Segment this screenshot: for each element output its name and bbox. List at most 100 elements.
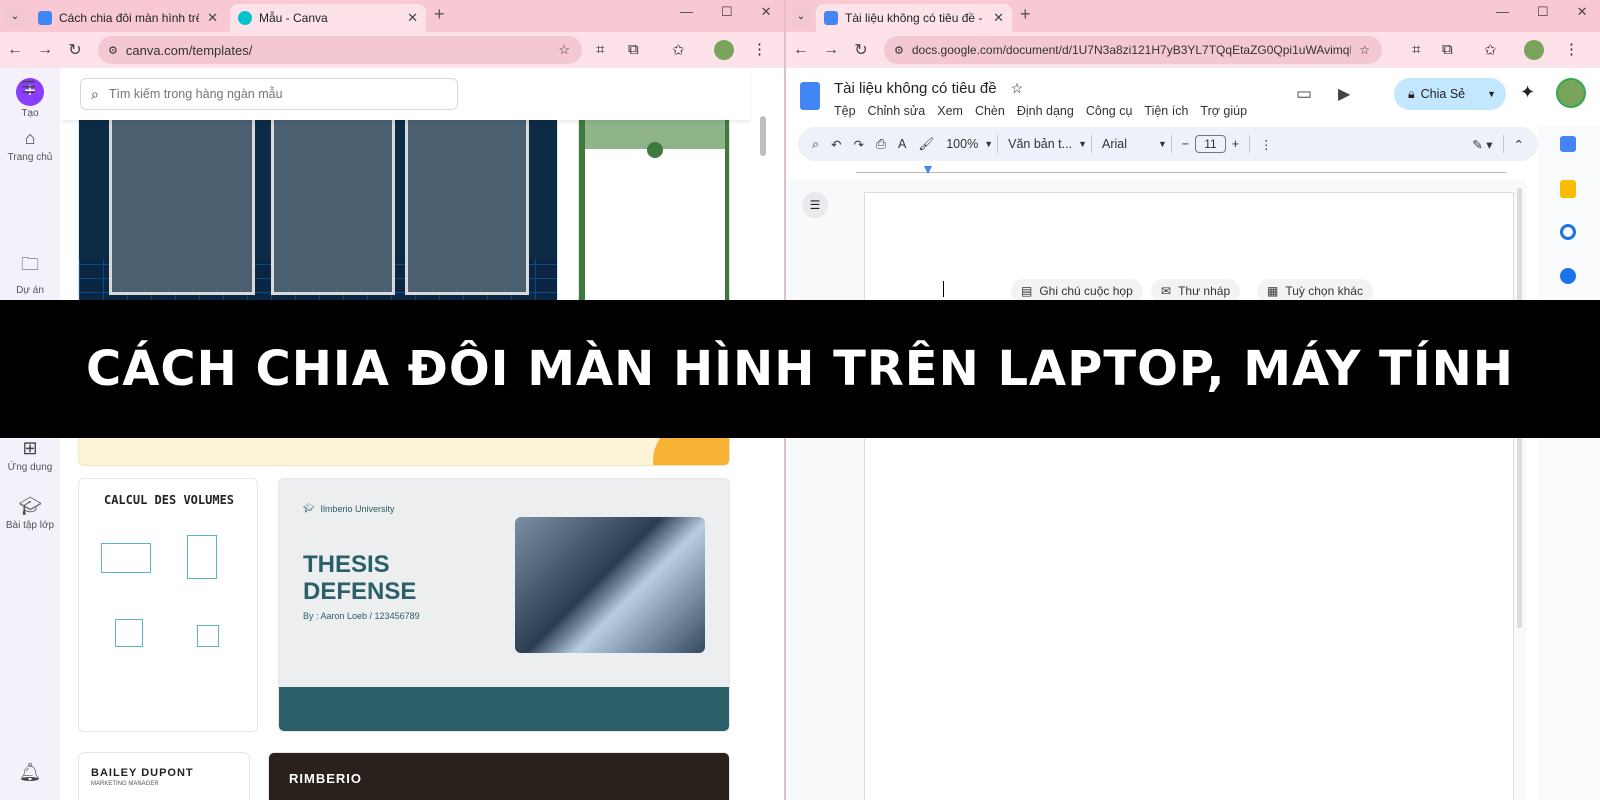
tab-canva[interactable]: Mẫu - Canva ✕ xyxy=(230,4,426,32)
tab-docs-article[interactable]: Cách chia đôi màn hình trên lap ✕ xyxy=(30,4,226,32)
close-icon[interactable]: ✕ xyxy=(407,10,418,26)
calendar-icon[interactable] xyxy=(1560,136,1576,152)
sidebar-item-home[interactable]: ⌂ Trang chủ xyxy=(0,128,60,163)
doc-title-row: Tài liệu không có tiêu đề ☆ xyxy=(834,80,1023,97)
menu-edit[interactable]: Chỉnh sửa xyxy=(868,104,926,118)
maximize-icon[interactable]: ☐ xyxy=(721,4,733,20)
browser-toolbar: ← → ↻ ⚙ canva.com/templates/ ☆ ⌗ ⧉ ✩ ⋮ xyxy=(0,32,784,68)
tab-search-button[interactable]: ⌄ xyxy=(6,8,24,26)
thesis-title-line: THESIS xyxy=(303,551,390,578)
maximize-icon[interactable]: ☐ xyxy=(1537,4,1549,20)
docs-logo-icon[interactable] xyxy=(800,82,820,110)
menu-insert[interactable]: Chèn xyxy=(975,104,1005,118)
browser-toolbar: ← → ↻ ⚙ docs.google.com/document/d/1U7N3… xyxy=(786,32,1600,68)
paint-format-icon[interactable]: 🖌︎ xyxy=(912,137,940,152)
doc-title-input[interactable]: Tài liệu không có tiêu đề xyxy=(834,80,997,97)
template-card-resume[interactable]: BAILEY DUPONT MARKETING MANAGER xyxy=(78,752,250,800)
paragraph-style-select[interactable]: Văn bản t... xyxy=(1002,137,1078,151)
notifications-button[interactable]: 🔔︎ xyxy=(0,762,60,786)
close-window-icon[interactable]: ✕ xyxy=(1577,4,1588,20)
menu-format[interactable]: Định dạng xyxy=(1017,104,1074,118)
menu-tools[interactable]: Công cụ xyxy=(1086,104,1133,118)
zoom-select[interactable]: 100% xyxy=(940,137,984,151)
reload-icon[interactable]: ↻ xyxy=(60,40,90,60)
bookmark-star-icon[interactable]: ☆ xyxy=(1359,43,1370,57)
menu-file[interactable]: Tệp xyxy=(834,104,856,118)
close-window-icon[interactable]: ✕ xyxy=(761,4,772,20)
gemini-sparkle-icon[interactable]: ✦ xyxy=(1520,82,1535,103)
menu-help[interactable]: Trợ giúp xyxy=(1200,104,1247,118)
address-bar[interactable]: ⚙ docs.google.com/document/d/1U7N3a8zi12… xyxy=(884,36,1382,64)
font-select[interactable]: Arial xyxy=(1096,137,1158,151)
search-menus-icon[interactable]: ⌕ xyxy=(798,137,825,152)
back-icon[interactable]: ← xyxy=(0,41,30,59)
menu-extensions[interactable]: Tiện ích xyxy=(1144,104,1188,118)
profile-avatar[interactable] xyxy=(1524,40,1544,60)
favorites-icon[interactable]: ✩ xyxy=(1484,41,1497,59)
meet-video-icon[interactable]: ▶ xyxy=(1338,84,1350,104)
scrollbar-thumb[interactable] xyxy=(760,116,766,156)
docs-icon xyxy=(824,11,838,25)
chevron-down-icon[interactable]: ▼ xyxy=(1487,89,1496,99)
crop-icon[interactable]: ⌗ xyxy=(596,41,604,58)
tasks-icon[interactable] xyxy=(1560,224,1576,240)
forward-icon[interactable]: → xyxy=(816,41,846,59)
editing-mode-icon[interactable]: ✎ ▾ xyxy=(1466,137,1498,152)
template-card-thesis[interactable]: 🎓︎ Ilmberio University THESIS DEFENSE By… xyxy=(278,478,730,732)
contacts-icon[interactable] xyxy=(1560,268,1576,284)
forward-icon[interactable]: → xyxy=(30,41,60,59)
spellcheck-icon[interactable]: A xyxy=(892,137,912,151)
back-icon[interactable]: ← xyxy=(786,41,816,59)
favorites-icon[interactable]: ✩ xyxy=(672,41,685,59)
outline-icon[interactable]: ☰ xyxy=(802,192,828,218)
chip-label: Ghi chú cuộc họp xyxy=(1039,284,1133,298)
thesis-title-line: DEFENSE xyxy=(303,578,417,605)
new-tab-button[interactable]: + xyxy=(434,4,445,25)
sidebar-item-projects[interactable]: 🗀 Dự án xyxy=(0,252,60,296)
collapse-toolbar-icon[interactable]: ⌃ xyxy=(1508,137,1538,152)
crop-icon[interactable]: ⌗ xyxy=(1412,41,1420,58)
close-icon[interactable]: ✕ xyxy=(993,10,1004,26)
account-avatar[interactable] xyxy=(1556,78,1586,108)
profile-avatar[interactable] xyxy=(714,40,734,60)
site-info-icon[interactable]: ⚙ xyxy=(108,44,118,57)
comments-icon[interactable]: ▭ xyxy=(1296,84,1312,104)
undo-icon[interactable]: ↶ xyxy=(825,137,847,152)
tab-search-button[interactable]: ⌄ xyxy=(792,8,810,26)
chevron-down-icon: ▼ xyxy=(1078,139,1087,149)
menu-dots-icon[interactable]: ⋮ xyxy=(752,40,767,58)
font-size-input[interactable]: 11 xyxy=(1195,135,1226,153)
keep-icon[interactable] xyxy=(1560,180,1576,198)
sidebar-item-apps[interactable]: ⊞ Ứng dụng xyxy=(0,438,60,473)
star-icon[interactable]: ☆ xyxy=(1011,80,1024,97)
window-controls: — ☐ ✕ xyxy=(1496,4,1588,20)
address-bar[interactable]: ⚙ canva.com/templates/ ☆ xyxy=(98,36,582,64)
horizontal-ruler[interactable] xyxy=(856,164,1506,180)
bookmark-star-icon[interactable]: ☆ xyxy=(558,42,570,58)
reload-icon[interactable]: ↻ xyxy=(846,40,876,60)
extensions-icon[interactable]: ⧉ xyxy=(1442,41,1453,58)
minimize-icon[interactable]: — xyxy=(680,4,693,20)
menu-view[interactable]: Xem xyxy=(937,104,963,118)
increase-font-icon[interactable]: + xyxy=(1226,137,1245,151)
share-button[interactable]: 🔒︎ Chia Sẻ ▼ xyxy=(1394,78,1506,110)
template-icon: ▦ xyxy=(1267,284,1279,298)
decrease-font-icon[interactable]: − xyxy=(1176,137,1195,151)
tab-google-docs[interactable]: Tài liệu không có tiêu đề - Goog ✕ xyxy=(816,4,1012,32)
hamburger-menu-icon[interactable]: ☰ xyxy=(21,78,36,98)
more-options-icon[interactable]: ⋮ xyxy=(1254,137,1279,152)
template-card-rimberio[interactable]: RIMBERIO xyxy=(268,752,730,800)
sidebar-item-classwork[interactable]: 🎓︎ Bài tập lớp xyxy=(0,496,60,531)
minimize-icon[interactable]: — xyxy=(1496,4,1509,20)
template-card-calcul[interactable]: CALCUL DES VOLUMES xyxy=(78,478,258,732)
template-search-input[interactable]: ⌕ Tìm kiếm trong hàng ngàn mẫu xyxy=(80,78,458,110)
document-page[interactable]: ▤ Ghi chú cuộc họp ✉ Thư nháp ▦ Tuỳ chọn… xyxy=(864,192,1514,800)
docs-scrollbar[interactable] xyxy=(1516,180,1524,800)
close-icon[interactable]: ✕ xyxy=(207,10,218,26)
menu-dots-icon[interactable]: ⋮ xyxy=(1564,40,1579,58)
extensions-icon[interactable]: ⧉ xyxy=(628,41,639,58)
redo-icon[interactable]: ↷ xyxy=(848,137,870,152)
new-tab-button[interactable]: + xyxy=(1020,4,1031,25)
print-icon[interactable]: ⎙ xyxy=(870,137,892,152)
site-info-icon[interactable]: ⚙ xyxy=(894,44,904,57)
